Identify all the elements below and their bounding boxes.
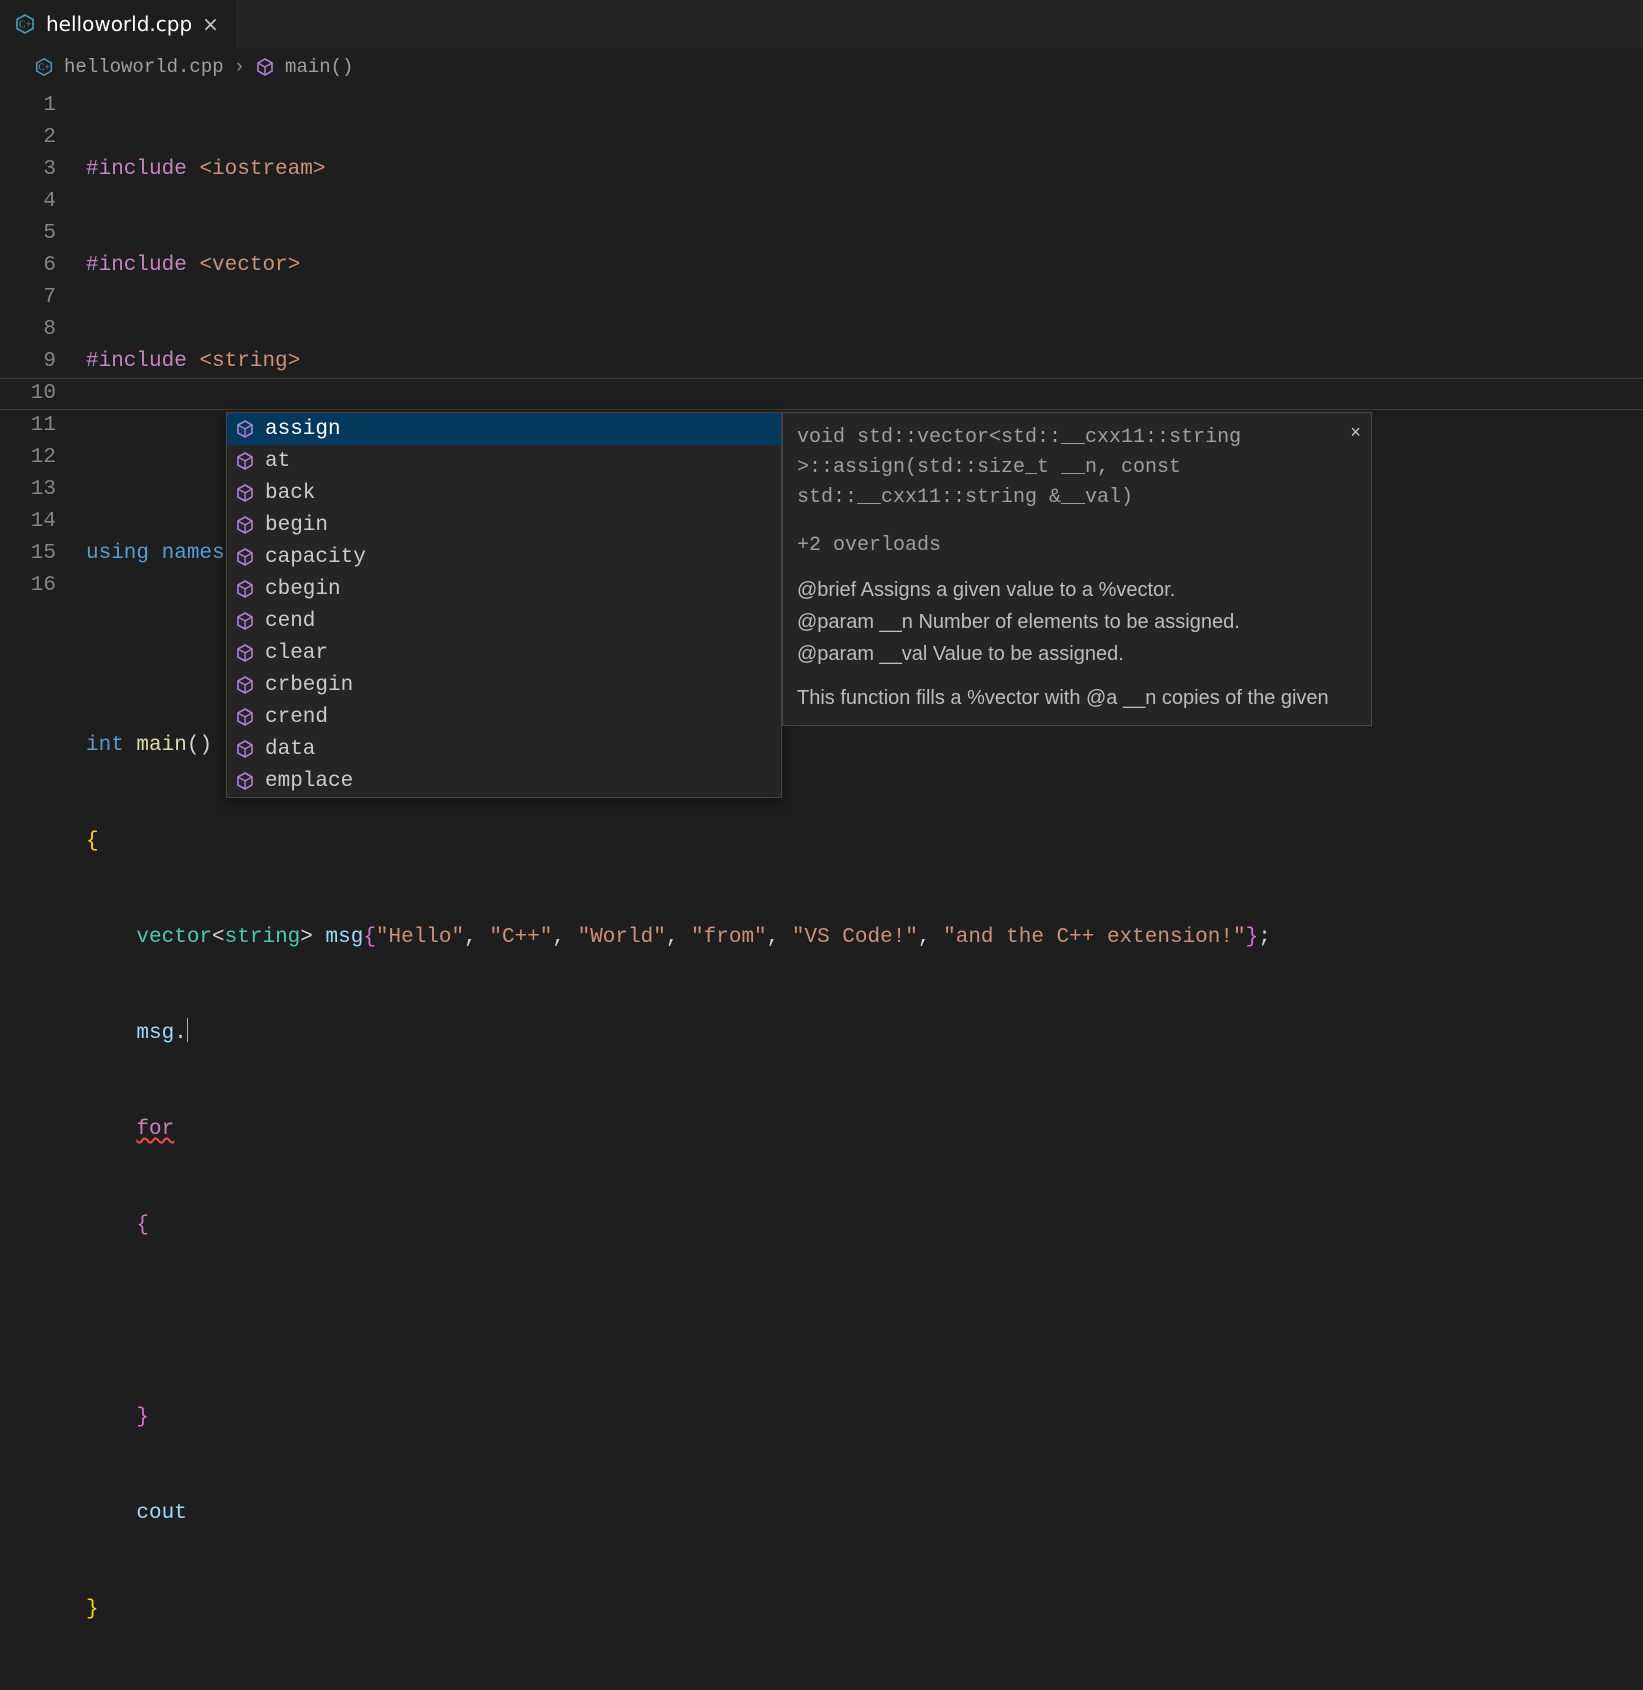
method-icon <box>235 643 255 663</box>
code-editor[interactable]: 1 2 3 4 5 6 7 8 9 10 11 12 13 14 15 16 #… <box>0 82 1643 1690</box>
suggestion-item[interactable]: cbegin <box>227 573 781 605</box>
method-icon <box>235 451 255 471</box>
line-number: 16 <box>0 570 56 602</box>
line-number-gutter: 1 2 3 4 5 6 7 8 9 10 11 12 13 14 15 16 <box>0 90 86 1690</box>
line-number: 13 <box>0 474 56 506</box>
line-number: 5 <box>0 218 56 250</box>
suggestion-label: crbegin <box>265 674 353 697</box>
breadcrumb-symbol[interactable]: main() <box>285 56 353 78</box>
suggestion-label: assign <box>265 418 341 441</box>
chevron-right-icon: › <box>234 56 245 78</box>
line-number: 7 <box>0 282 56 314</box>
method-icon <box>235 579 255 599</box>
method-icon <box>235 707 255 727</box>
line-number: 6 <box>0 250 56 282</box>
suggestion-item[interactable]: crbegin <box>227 669 781 701</box>
text-cursor <box>187 1018 188 1042</box>
code-line: #include <string> <box>86 346 1643 378</box>
signature-text: void std::vector<std::__cxx11::string >:… <box>797 423 1357 513</box>
suggestion-item[interactable]: cend <box>227 605 781 637</box>
suggestion-label: at <box>265 450 290 473</box>
suggestion-label: begin <box>265 514 328 537</box>
line-number: 4 <box>0 186 56 218</box>
breadcrumb-file[interactable]: helloworld.cpp <box>64 56 224 78</box>
suggestion-label: emplace <box>265 770 353 793</box>
code-line: } <box>86 1402 1643 1434</box>
suggestion-item[interactable]: clear <box>227 637 781 669</box>
suggestion-item[interactable]: begin <box>227 509 781 541</box>
suggestion-label: back <box>265 482 315 505</box>
line-number: 8 <box>0 314 56 346</box>
code-area[interactable]: #include <iostream> #include <vector> #i… <box>86 90 1643 1690</box>
line-number: 15 <box>0 538 56 570</box>
method-icon <box>235 675 255 695</box>
doc-line: This function fills a %vector with @a __… <box>797 683 1357 713</box>
suggestion-item[interactable]: emplace <box>227 765 781 797</box>
suggestion-label: data <box>265 738 315 761</box>
suggestion-label: capacity <box>265 546 366 569</box>
suggestion-label: crend <box>265 706 328 729</box>
code-line: for <box>86 1114 1643 1146</box>
suggestion-item[interactable]: crend <box>227 701 781 733</box>
method-icon <box>235 739 255 759</box>
method-icon <box>235 483 255 503</box>
method-icon <box>235 515 255 535</box>
overloads-text: +2 overloads <box>797 531 1357 561</box>
doc-line: @param __val Value to be assigned. <box>797 639 1357 669</box>
method-icon <box>235 611 255 631</box>
suggestion-item[interactable]: data <box>227 733 781 765</box>
doc-line: @param __n Number of elements to be assi… <box>797 607 1357 637</box>
suggestion-label: clear <box>265 642 328 665</box>
suggestion-label: cbegin <box>265 578 341 601</box>
method-icon <box>255 57 275 77</box>
line-number: 9 <box>0 346 56 378</box>
tab-label: helloworld.cpp <box>46 12 192 36</box>
code-line <box>86 1306 1643 1338</box>
code-line: { <box>86 1210 1643 1242</box>
intellisense-detail-panel: × void std::vector<std::__cxx11::string … <box>782 412 1372 726</box>
suggestion-item[interactable]: assign <box>227 413 781 445</box>
code-line: #include <vector> <box>86 250 1643 282</box>
tab-bar: helloworld.cpp × <box>0 0 1643 48</box>
code-line: vector<string> msg{"Hello", "C++", "Worl… <box>86 922 1643 954</box>
close-icon[interactable]: × <box>202 14 219 34</box>
method-icon <box>235 771 255 791</box>
cpp-file-icon <box>14 13 36 35</box>
suggestion-item[interactable]: at <box>227 445 781 477</box>
line-number: 10 <box>0 378 56 410</box>
breadcrumb[interactable]: helloworld.cpp › main() <box>0 48 1643 82</box>
line-number: 11 <box>0 410 56 442</box>
code-line: } <box>86 1594 1643 1626</box>
suggestion-item[interactable]: back <box>227 477 781 509</box>
line-number: 1 <box>0 90 56 122</box>
method-icon <box>235 419 255 439</box>
cpp-file-icon <box>34 57 54 77</box>
doc-line: @brief Assigns a given value to a %vecto… <box>797 575 1357 605</box>
tab-helloworld[interactable]: helloworld.cpp × <box>0 0 236 48</box>
code-line: #include <iostream> <box>86 154 1643 186</box>
intellisense-suggestion-list[interactable]: assign at back begin capacity cbegin cend clear… <box>226 412 782 798</box>
line-number: 12 <box>0 442 56 474</box>
line-number: 2 <box>0 122 56 154</box>
suggestion-item[interactable]: capacity <box>227 541 781 573</box>
code-line: cout <box>86 1498 1643 1530</box>
code-line: msg. <box>86 1018 1643 1050</box>
close-icon[interactable]: × <box>1350 421 1361 448</box>
code-line: { <box>86 826 1643 858</box>
method-icon <box>235 547 255 567</box>
line-number: 14 <box>0 506 56 538</box>
line-number: 3 <box>0 154 56 186</box>
suggestion-label: cend <box>265 610 315 633</box>
